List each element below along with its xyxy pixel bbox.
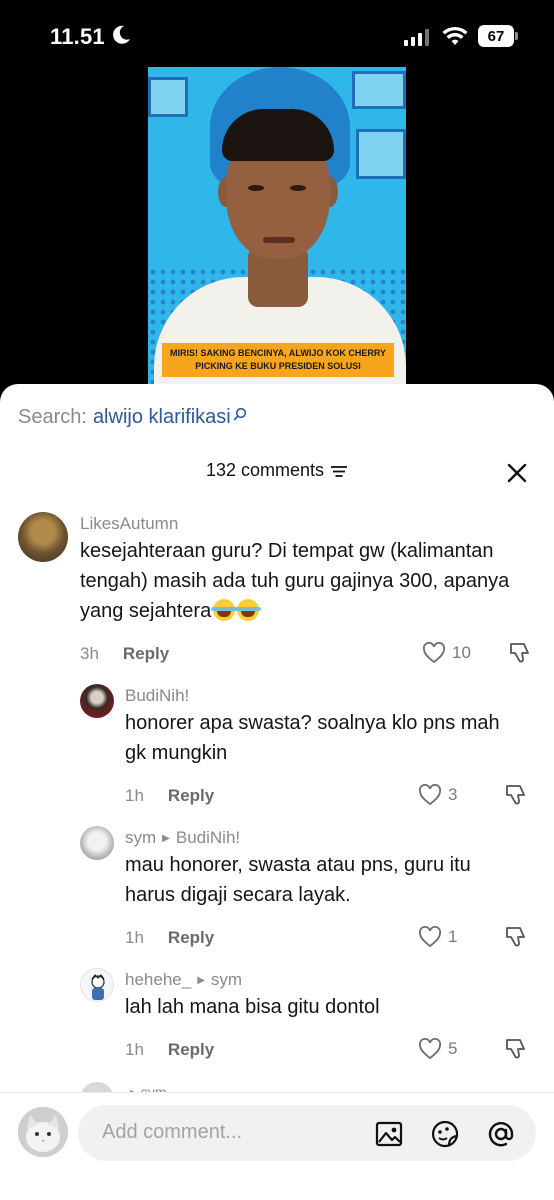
wall-frame-right-top [352, 71, 406, 109]
wifi-icon [442, 26, 468, 45]
username-text[interactable]: BudiNih! [125, 686, 189, 706]
person-eye [290, 185, 306, 191]
comment-item: LikesAutumn kesejahteraan guru? Di tempa… [0, 508, 554, 668]
comment-item: BudiNih! honorer apa swasta? soalnya klo… [0, 678, 554, 818]
username-text[interactable]: hehehe_ [125, 970, 191, 990]
moon-icon [113, 25, 130, 44]
wall-frame-left [148, 77, 188, 117]
sticker-icon[interactable] [430, 1119, 460, 1149]
comment-meta: 1h Reply [125, 928, 214, 948]
username-text[interactable]: sym [125, 828, 156, 848]
tears-of-joy-emoji-icon [235, 599, 262, 621]
like-button[interactable]: 10 [422, 642, 471, 664]
comment-username[interactable]: sym ▶ BudiNih! [125, 828, 240, 848]
like-count: 1 [448, 927, 458, 946]
tears-of-joy-emoji-icon [211, 599, 238, 621]
like-button[interactable]: 5 [418, 1038, 457, 1060]
search-term[interactable]: alwijo klarifikasi [93, 406, 231, 429]
person-eye [248, 185, 264, 191]
avatar[interactable] [18, 512, 68, 562]
avatar[interactable] [80, 826, 114, 860]
reply-arrow-icon: ▶ [162, 832, 170, 844]
comments-count: 132 comments [205, 460, 325, 480]
battery-tip [515, 32, 518, 40]
comment-text: lah lah mana bisa gitu dontol [125, 996, 380, 1018]
status-bar: 11.51 67 [0, 0, 554, 70]
caption-line-1: MIRIS! SAKING BENCINYA, ALWIJO KOK CHERR… [169, 348, 387, 358]
mention-icon[interactable] [486, 1119, 516, 1149]
comment-composer: Add comment... [0, 1092, 554, 1200]
reply-button[interactable]: Reply [123, 644, 169, 664]
status-time: 11.51 [50, 24, 105, 49]
comment-text-content: kesejahteraan guru? Di tempat gw (kalima… [80, 540, 510, 622]
heart-icon[interactable] [422, 642, 446, 664]
reply-to-username[interactable]: sym [211, 970, 242, 990]
wall-frame-right-bottom [356, 129, 406, 179]
comment-text: honorer apa swasta? soalnya klo pns mah … [125, 712, 500, 764]
reply-button[interactable]: Reply [168, 786, 214, 806]
dislike-icon[interactable] [504, 924, 528, 948]
dislike-icon[interactable] [504, 782, 528, 806]
comment-text: mau honorer, swasta atau pns, guru itu h… [125, 854, 471, 906]
search-suggestion[interactable]: Search: alwijo klarifikasi [18, 406, 247, 429]
comment-text: kesejahteraan guru? Di tempat gw (kalima… [80, 536, 520, 626]
comment-item: hehehe_ ▶ sym lah lah mana bisa gitu don… [0, 962, 554, 1074]
comment-meta: 1h Reply [125, 1040, 214, 1060]
avatar[interactable] [80, 968, 114, 1002]
like-count: 5 [448, 1039, 458, 1058]
reply-button[interactable]: Reply [168, 928, 214, 948]
video-caption: MIRIS! SAKING BENCINYA, ALWIJO KOK CHERR… [162, 343, 394, 377]
cellular-signal-icon [404, 28, 429, 46]
search-icon [233, 407, 246, 420]
cartoon-avatar-icon [91, 974, 105, 1000]
comment-time: 1h [125, 1040, 144, 1059]
dislike-icon[interactable] [504, 1036, 528, 1060]
like-button[interactable]: 1 [418, 926, 457, 948]
caption-line-2: PICKING KE BUKU PRESIDEN SOLUSI [195, 361, 361, 371]
comment-meta: 1h Reply [125, 786, 214, 806]
heart-icon[interactable] [418, 926, 442, 948]
person-hair [222, 109, 334, 161]
sort-icon[interactable] [330, 464, 348, 478]
comment-time: 1h [125, 786, 144, 805]
comment-username[interactable]: LikesAutumn [80, 514, 178, 534]
like-button[interactable]: 3 [418, 784, 457, 806]
like-count: 3 [448, 785, 458, 804]
search-label: Search: [18, 406, 87, 428]
heart-icon[interactable] [418, 784, 442, 806]
cat-avatar-icon [18, 1107, 68, 1157]
comment-input[interactable]: Add comment... [78, 1105, 536, 1161]
comments-sheet: Search: alwijo klarifikasi 132 comments … [0, 384, 554, 1200]
battery-indicator: 67 [478, 25, 514, 47]
reply-button[interactable]: Reply [168, 1040, 214, 1060]
reply-arrow-icon: ▶ [197, 974, 205, 986]
comment-item: sym ▶ BudiNih! mau honorer, swasta atau … [0, 820, 554, 960]
comment-meta: 3h Reply [80, 644, 169, 664]
like-count: 10 [452, 643, 471, 662]
reply-to-username[interactable]: BudiNih! [176, 828, 240, 848]
person-mouth [263, 237, 295, 243]
comment-username[interactable]: BudiNih! [125, 686, 189, 706]
comment-time: 3h [80, 644, 99, 663]
comment-time: 1h [125, 928, 144, 947]
username-text[interactable]: LikesAutumn [80, 514, 178, 534]
comments-header: 132 comments [0, 460, 554, 481]
close-icon[interactable] [506, 462, 528, 484]
video-thumbnail[interactable]: MIRIS! SAKING BENCINYA, ALWIJO KOK CHERR… [148, 67, 406, 387]
avatar[interactable] [18, 1107, 68, 1157]
avatar[interactable] [80, 684, 114, 718]
comment-input-placeholder[interactable]: Add comment... [102, 1121, 242, 1144]
image-icon[interactable] [374, 1119, 404, 1149]
dislike-icon[interactable] [508, 640, 532, 664]
comment-username[interactable]: hehehe_ ▶ sym [125, 970, 242, 990]
heart-icon[interactable] [418, 1038, 442, 1060]
